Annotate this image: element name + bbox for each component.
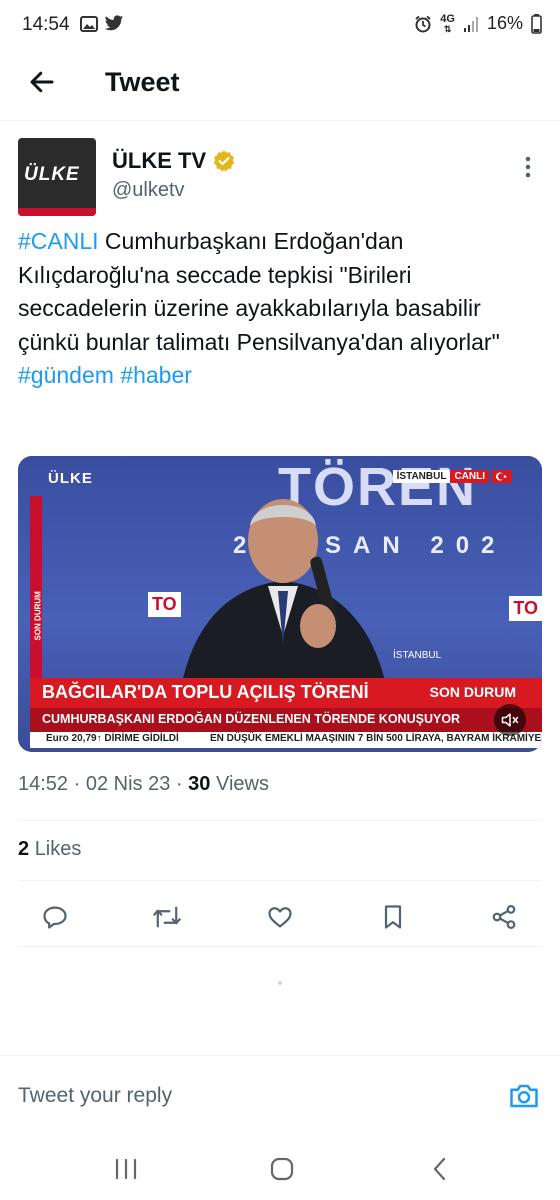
gallery-icon (80, 15, 98, 32)
camera-icon (510, 1084, 538, 1108)
more-vertical-icon (525, 156, 531, 178)
video-place: İSTANBUL (393, 650, 442, 661)
divider (18, 820, 542, 821)
tweet-text: #CANLI Cumhurbaşkanı Erdoğan'dan Kılıçda… (18, 225, 538, 393)
video-player[interactable]: TÖREN 2 NİSAN 202 ÜLKE İSTANBUL CANLI SO… (18, 456, 542, 752)
more-options-button[interactable] (518, 152, 538, 182)
views-label: Views (215, 773, 269, 795)
bookmark-button[interactable] (378, 902, 408, 932)
video-subline: CUMHURBAŞKANI ERDOĞAN DÜZENLENEN TÖRENDE… (42, 712, 461, 726)
video-sign-right: TO (509, 596, 542, 621)
twitter-icon (104, 15, 124, 32)
tweet-meta: 14:52 · 02 Nis 23 · 30 Views (18, 773, 269, 795)
speaker-muted-icon (501, 713, 519, 727)
speaker-figure (168, 476, 398, 706)
ticker-bar: Euro 20,79↑ DİRİME GİDİLDİ EN DÜŞÜK EMEK… (30, 732, 542, 748)
flag-icon (492, 470, 512, 483)
author-name-row[interactable]: ÜLKE TV (112, 148, 236, 174)
retweet-button[interactable] (152, 902, 182, 932)
avatar-logo-text: ÜLKE (24, 164, 80, 185)
author-handle[interactable]: @ulketv (112, 179, 185, 202)
battery-percent: 16% (486, 13, 523, 33)
app-bar: Tweet (0, 50, 560, 121)
share-icon (492, 905, 516, 929)
divider (18, 946, 542, 947)
hashtag-link[interactable]: #haber (120, 362, 192, 388)
camera-button[interactable] (508, 1080, 540, 1112)
views-count: 30 (188, 773, 211, 795)
hashtag-link[interactable]: #CANLI (18, 228, 99, 254)
network-4g-icon: 4G ⇅ (440, 12, 455, 34)
like-button[interactable] (265, 902, 295, 932)
ticker-right: EN DÜŞÜK EMEKLİ MAAŞININ 7 BİN 500 LİRAY… (210, 733, 542, 744)
back-button[interactable] (24, 64, 60, 100)
likes-link[interactable]: 2 Likes (18, 838, 81, 861)
action-bar (0, 890, 560, 946)
loading-dot (278, 981, 282, 985)
mute-button[interactable] (494, 704, 526, 736)
bookmark-icon (384, 905, 402, 929)
likes-count: 2 (18, 838, 30, 860)
tweet-date: 02 Nis 23 (85, 773, 171, 795)
retweet-icon (153, 906, 181, 928)
subline-bar: CUMHURBAŞKANI ERDOĞAN DÜZENLENEN TÖRENDE… (30, 708, 542, 732)
tweet-time: 14:52 (18, 773, 69, 795)
breaking-badge: SON DURUM (429, 684, 516, 700)
live-tag: İSTANBUL CANLI (392, 470, 512, 483)
status-time: 14:54 (22, 14, 70, 35)
avatar[interactable]: ÜLKE (18, 138, 96, 216)
recents-icon (115, 1158, 137, 1180)
headline-bar: BAĞCILAR'DA TOPLU AÇILIŞ TÖRENİ SON DURU… (30, 678, 542, 708)
system-nav-bar (0, 1137, 560, 1200)
alarm-icon (414, 15, 432, 33)
status-bar: 14:54 4G ⇅ 16% (0, 0, 560, 50)
share-button[interactable] (489, 902, 519, 932)
battery-icon (531, 13, 542, 34)
reply-icon (43, 906, 67, 929)
hashtag-link[interactable]: #gündem (18, 362, 114, 388)
reply-button[interactable] (40, 902, 70, 932)
home-button[interactable] (264, 1151, 300, 1187)
arrow-left-icon (30, 71, 54, 93)
like-icon (268, 907, 292, 928)
channel-logo: ÜLKE (48, 470, 93, 487)
likes-label: Likes (34, 838, 82, 860)
verified-badge-icon (212, 149, 236, 173)
chevron-left-icon (433, 1157, 446, 1181)
author-name: ÜLKE TV (112, 148, 207, 173)
ticker-left: Euro 20,79↑ DİRİME GİDİLDİ (46, 733, 179, 744)
reply-composer[interactable]: Tweet your reply (0, 1055, 560, 1138)
reply-input[interactable]: Tweet your reply (18, 1084, 172, 1108)
home-icon (270, 1157, 294, 1181)
recents-button[interactable] (108, 1151, 144, 1187)
page-title: Tweet (105, 67, 180, 97)
signal-icon (463, 15, 479, 33)
back-nav-button[interactable] (422, 1151, 458, 1187)
divider (18, 880, 542, 881)
side-ticker: SON DURUM (30, 496, 43, 696)
video-headline: BAĞCILAR'DA TOPLU AÇILIŞ TÖRENİ (42, 682, 369, 702)
